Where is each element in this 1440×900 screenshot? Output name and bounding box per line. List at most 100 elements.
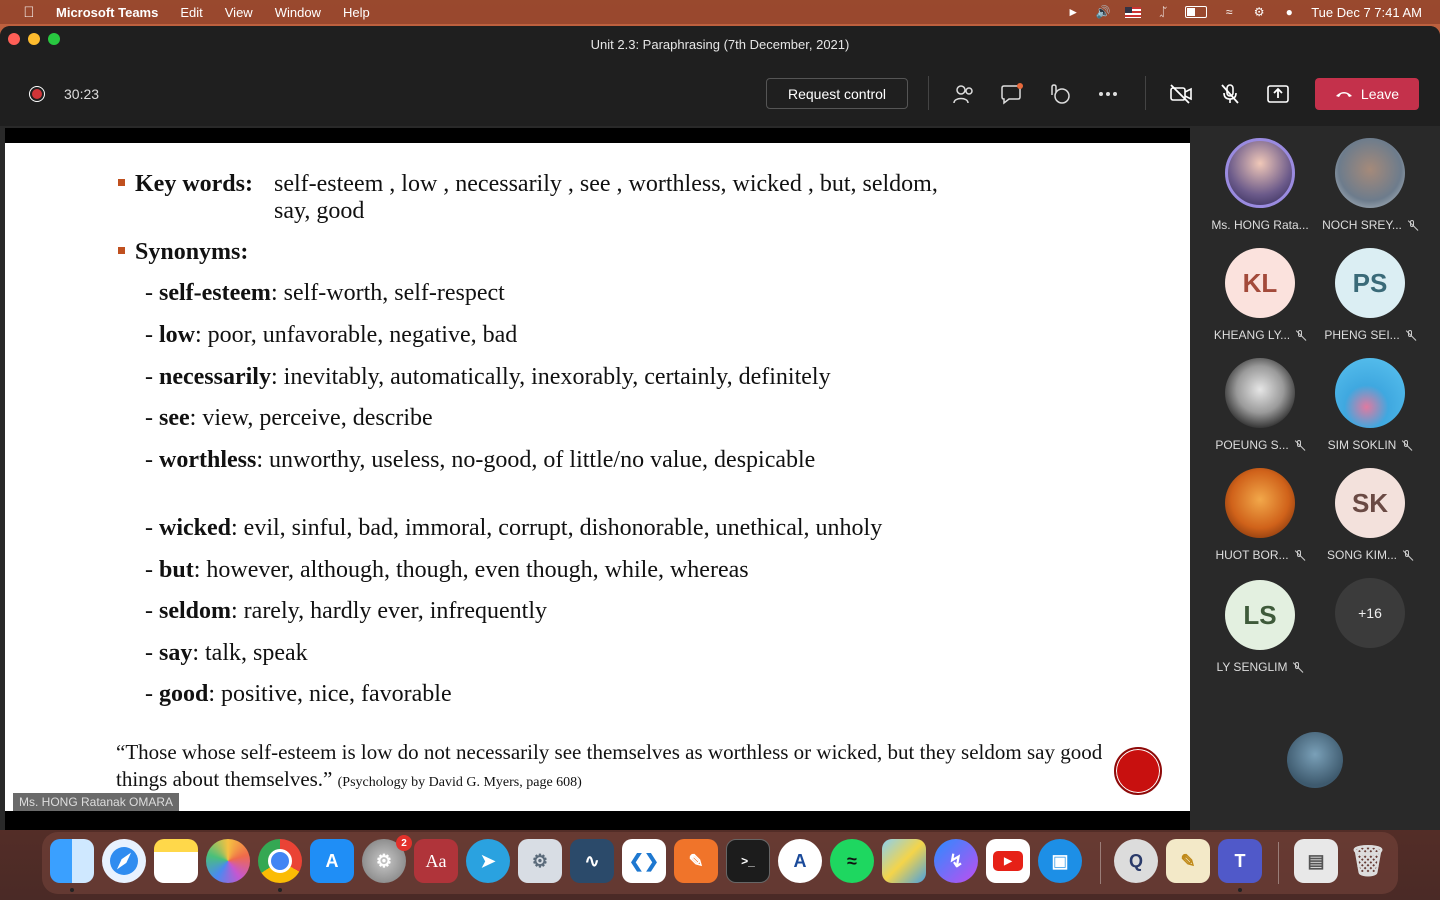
- menu-edit[interactable]: Edit: [180, 5, 202, 20]
- participant-name-text: Ms. HONG Rata...: [1211, 218, 1309, 232]
- participant-tile[interactable]: LS LY SENGLIM: [1205, 570, 1315, 680]
- battery-icon[interactable]: [1185, 6, 1208, 18]
- share-icon[interactable]: [1266, 82, 1290, 106]
- more-participants-tile[interactable]: +16: [1315, 568, 1425, 678]
- pages-icon[interactable]: ✎: [1166, 839, 1210, 883]
- draw-icon[interactable]: ✎: [674, 839, 718, 883]
- participant-tile[interactable]: NOCH SREY...: [1315, 128, 1425, 238]
- participant-tile[interactable]: KL KHEANG LY...: [1205, 238, 1315, 348]
- mic-muted-icon: [1294, 439, 1305, 451]
- bluetooth-icon[interactable]: ᛢ: [1155, 5, 1171, 19]
- menu-help[interactable]: Help: [343, 5, 370, 20]
- people-icon[interactable]: [952, 82, 976, 106]
- meeting-toolbar: 30:23 Request control Leave: [0, 62, 1440, 126]
- running-indicator: [70, 888, 74, 892]
- documents-icon[interactable]: ▤: [1294, 839, 1338, 883]
- mic-muted-icon: [1295, 329, 1306, 341]
- teams-icon[interactable]: T: [1218, 839, 1262, 883]
- request-control-button[interactable]: Request control: [766, 78, 908, 109]
- avatar: [1335, 138, 1405, 208]
- camera-off-icon[interactable]: [1169, 82, 1193, 106]
- quote-citation: (Psychology by David G. Myers, page 608): [337, 775, 582, 790]
- telegram-icon[interactable]: ➤: [466, 839, 510, 883]
- participant-name-text: NOCH SREY...: [1322, 218, 1402, 232]
- leave-button[interactable]: Leave: [1315, 78, 1419, 110]
- zoom-window-button[interactable]: [48, 33, 60, 45]
- minimize-window-button[interactable]: [28, 33, 40, 45]
- vscode-icon[interactable]: ❮❯: [622, 839, 666, 883]
- wifi-icon[interactable]: ≈: [1221, 5, 1237, 19]
- mysql-workbench-icon[interactable]: ∿: [570, 839, 614, 883]
- synonym-definition: : unworthy, useless, no-good, of little/…: [256, 447, 816, 473]
- terminal-icon[interactable]: >_: [726, 839, 770, 883]
- xcode-instruments-icon[interactable]: A: [778, 839, 822, 883]
- messenger-icon[interactable]: ↯: [934, 839, 978, 883]
- synonym-definition: : positive, nice, favorable: [208, 681, 452, 707]
- settings-icon[interactable]: ⚙: [518, 839, 562, 883]
- finder-icon[interactable]: [50, 839, 94, 883]
- synonym-definition: : however, although, though, even though…: [193, 557, 749, 583]
- participant-tile[interactable]: Ms. HONG Rata...: [1205, 128, 1315, 238]
- synonym-term: see: [159, 405, 190, 431]
- synonym-row: - self-esteem: self-worth, self-respect: [145, 280, 505, 306]
- dock-separator: [1278, 842, 1279, 884]
- participant-name: NOCH SREY...: [1315, 218, 1425, 232]
- synonym-term: wicked: [159, 515, 231, 541]
- menu-view[interactable]: View: [225, 5, 253, 20]
- mic-muted-icon: [1401, 439, 1412, 451]
- system-preferences-icon[interactable]: ⚙ 2: [362, 835, 412, 883]
- participant-name-text: KHEANG LY...: [1213, 328, 1291, 342]
- screen-recording-icon[interactable]: ►: [1065, 5, 1081, 19]
- participant-tile[interactable]: HUOT BOR...: [1205, 458, 1315, 568]
- spotify-icon[interactable]: ≈: [830, 839, 874, 883]
- photos-icon[interactable]: [206, 839, 250, 883]
- youtube-icon[interactable]: ▶: [986, 839, 1030, 883]
- input-source-flag-icon[interactable]: [1125, 6, 1142, 18]
- trash-icon[interactable]: 🗑: [1346, 839, 1390, 883]
- chat-icon[interactable]: [1000, 82, 1024, 106]
- reactions-icon[interactable]: [1048, 82, 1072, 106]
- slide-quote: “Those whose self-esteem is low do not n…: [116, 739, 1121, 796]
- menu-window[interactable]: Window: [275, 5, 321, 20]
- keywords-text: self-esteem , low , necessarily , see , …: [274, 171, 1094, 225]
- synonym-term: but: [159, 557, 194, 583]
- participant-name: KHEANG LY...: [1205, 328, 1315, 342]
- docker-icon[interactable]: ▣: [1038, 839, 1082, 883]
- more-icon[interactable]: [1096, 82, 1120, 106]
- virtualbox-icon[interactable]: [882, 839, 926, 883]
- synonym-row: - see: view, perceive, describe: [145, 405, 433, 431]
- synonym-term: good: [159, 681, 209, 707]
- participant-tile[interactable]: SIM SOKLIN: [1315, 348, 1425, 458]
- synonym-term: worthless: [159, 447, 257, 473]
- menu-clock[interactable]: Tue Dec 7 7:41 AM: [1311, 5, 1422, 20]
- quicktime-icon[interactable]: Q: [1114, 839, 1158, 883]
- mic-off-icon[interactable]: [1218, 82, 1242, 106]
- chrome-icon[interactable]: [258, 839, 302, 883]
- volume-icon[interactable]: 🔊: [1095, 5, 1111, 19]
- leave-label: Leave: [1360, 86, 1400, 102]
- avatar: KL: [1225, 248, 1295, 318]
- menu-app-name[interactable]: Microsoft Teams: [56, 5, 158, 20]
- avatar: [1225, 138, 1295, 208]
- notes-icon[interactable]: [154, 839, 198, 883]
- close-window-button[interactable]: [8, 33, 20, 45]
- self-video-preview[interactable]: [1287, 732, 1343, 788]
- synonym-definition: : view, perceive, describe: [189, 405, 433, 431]
- apple-menu-icon[interactable]: : [20, 4, 38, 21]
- avatar: PS: [1335, 248, 1405, 318]
- safari-icon[interactable]: [102, 839, 146, 883]
- participant-tile[interactable]: POEUNG S...: [1205, 348, 1315, 458]
- synonym-definition: : evil, sinful, bad, immoral, corrupt, d…: [231, 515, 883, 541]
- synonym-definition: : talk, speak: [192, 640, 308, 666]
- synonym-definition: : poor, unfavorable, negative, bad: [195, 322, 518, 348]
- control-center-icon[interactable]: ⚙: [1251, 5, 1267, 19]
- app-store-icon[interactable]: A: [310, 839, 354, 883]
- siri-icon[interactable]: ●: [1281, 5, 1297, 19]
- presenter-name-tag: Ms. HONG Ratanak OMARA: [13, 793, 180, 811]
- participant-tile[interactable]: SK SONG KIM...: [1315, 458, 1425, 568]
- mic-muted-icon: [1402, 549, 1413, 561]
- dock: A ⚙ 2 Aa ➤ ⚙ ∿ ❮❯ ✎ >_ A ≈ ↯ ▶ ▣ Q ✎ T ▤ …: [42, 832, 1398, 894]
- participant-tile[interactable]: PS PHENG SEI...: [1315, 238, 1425, 348]
- keywords-text-line-1: self-esteem , low , necessarily , see , …: [274, 171, 938, 197]
- dictionary-icon[interactable]: Aa: [414, 839, 458, 883]
